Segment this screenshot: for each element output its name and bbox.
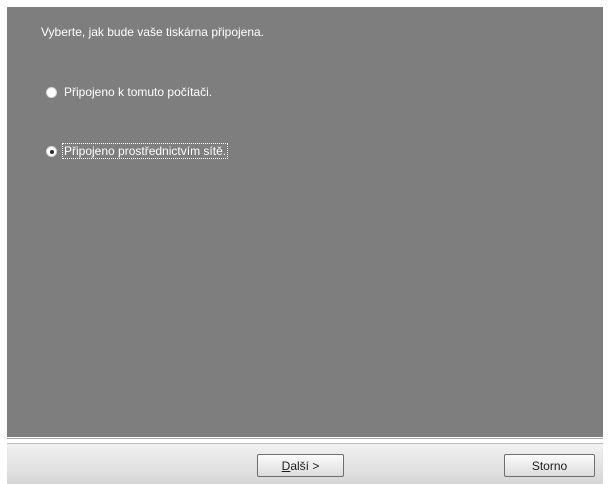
button-bar: Další > Storno (7, 443, 603, 484)
next-button-accelerator: D (281, 458, 291, 473)
installer-dialog: Vyberte, jak bude vaše tiskárna připojen… (0, 0, 608, 484)
radio-unchecked-icon[interactable] (46, 86, 57, 98)
radio-label-local[interactable]: Připojeno k tomuto počítači. (63, 85, 213, 99)
cancel-button[interactable]: Storno (504, 454, 595, 477)
next-button-label: alší > (290, 458, 320, 473)
connection-prompt: Vyberte, jak bude vaše tiskárna připojen… (41, 25, 265, 39)
radio-option-local[interactable]: Připojeno k tomuto počítači. (46, 85, 213, 99)
main-panel: Vyberte, jak bude vaše tiskárna připojen… (7, 7, 603, 437)
next-button[interactable]: Další > (257, 454, 344, 477)
radio-option-network[interactable]: Připojeno prostřednictvím sítě. (46, 143, 229, 159)
radio-label-network[interactable]: Připojeno prostřednictvím sítě. (61, 143, 229, 159)
radio-checked-icon[interactable] (46, 145, 57, 157)
bottom-divider (7, 438, 603, 439)
